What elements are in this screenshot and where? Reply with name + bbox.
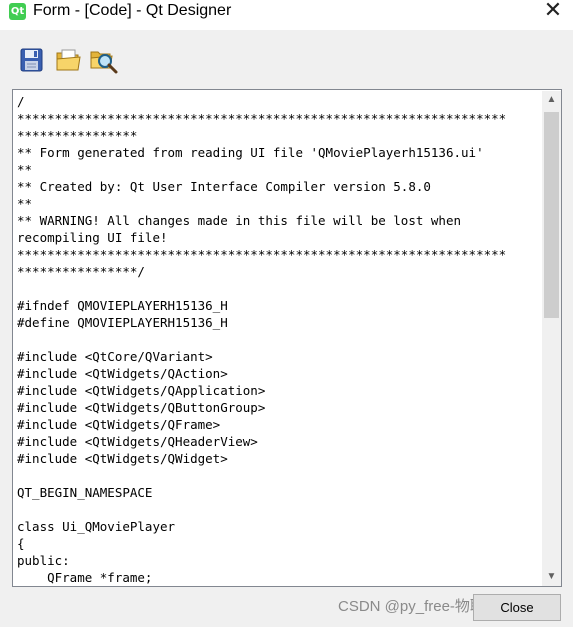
save-icon (20, 48, 43, 72)
window-close-button[interactable]: ✕ (538, 0, 568, 22)
open-button[interactable] (53, 46, 85, 76)
code-line: ** (17, 196, 33, 211)
code-line: #include <QtWidgets/QFrame> (17, 417, 221, 432)
code-line: ****************/ (17, 264, 145, 279)
code-line: #include <QtWidgets/QApplication> (17, 383, 266, 398)
scroll-up-button[interactable]: ▲ (542, 91, 561, 109)
code-line: public: (17, 553, 70, 568)
scroll-thumb[interactable] (544, 112, 559, 318)
code-line: #define QMOVIEPLAYERH15136_H (17, 315, 228, 330)
code-line: recompiling UI file! (17, 230, 168, 245)
code-line: QT_BEGIN_NAMESPACE (17, 485, 153, 500)
save-button[interactable] (16, 46, 48, 76)
toolbar (0, 30, 573, 105)
code-line: #include <QtWidgets/QButtonGroup> (17, 400, 266, 415)
code-line: ** Form generated from reading UI file '… (17, 145, 484, 160)
preview-icon (90, 51, 118, 74)
code-view[interactable]: / ***************************************… (12, 89, 562, 587)
code-line: ****************************************… (17, 247, 507, 262)
code-line: QFrame *frame; (17, 570, 153, 585)
vertical-scrollbar[interactable]: ▲ ▼ (542, 91, 561, 586)
code-line: ** (17, 162, 33, 177)
code-line: #include <QtWidgets/QAction> (17, 366, 228, 381)
code-line: **************** (17, 128, 138, 143)
code-line: #ifndef QMOVIEPLAYERH15136_H (17, 298, 228, 313)
code-line: #include <QtWidgets/QWidget> (17, 451, 228, 466)
code-line: { (17, 536, 25, 551)
code-line: ****************************************… (17, 111, 507, 126)
qt-app-icon: Qt (9, 3, 26, 20)
code-line: class Ui_QMoviePlayer (17, 519, 176, 534)
code-line: ** WARNING! All changes made in this fil… (17, 213, 462, 228)
open-folder-icon (56, 49, 81, 71)
title-bar: Qt Form - [Code] - Qt Designer ✕ (0, 0, 573, 30)
code-line: / (17, 94, 25, 109)
close-button[interactable]: Close (473, 594, 561, 621)
preview-button[interactable] (88, 46, 120, 76)
code-text[interactable]: / ***************************************… (17, 93, 541, 585)
code-line: #include <QtWidgets/QHeaderView> (17, 434, 258, 449)
code-line: ** Created by: Qt User Interface Compile… (17, 179, 431, 194)
scroll-down-button[interactable]: ▼ (542, 568, 561, 586)
code-line: #include <QtCore/QVariant> (17, 349, 213, 364)
window-title: Form - [Code] - Qt Designer (33, 2, 232, 19)
